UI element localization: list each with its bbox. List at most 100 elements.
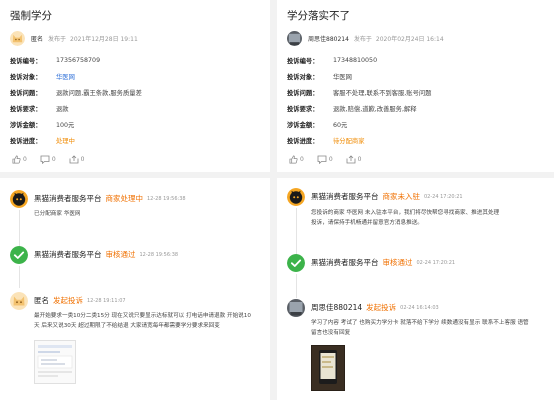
- timeline-status: 商家未入驻: [382, 192, 421, 201]
- detail-key: 投诉编号：: [10, 57, 42, 65]
- check-circle-icon: [10, 246, 28, 264]
- timeline-connector: [18, 210, 20, 248]
- like-button[interactable]: 0: [12, 155, 27, 164]
- author-name[interactable]: 匿名: [31, 34, 43, 43]
- detail-row-demand: 投诉要求： 退款,赔偿,道歉,改善服务,解释: [287, 100, 431, 116]
- detail-value: 100元: [56, 121, 75, 129]
- target-link[interactable]: 华医网: [56, 72, 75, 81]
- progress-status: 待分配商家: [333, 137, 365, 145]
- share-button[interactable]: 0: [69, 155, 85, 164]
- timeline-status: 审核通过: [382, 258, 413, 267]
- attachment-thumbnail[interactable]: [34, 340, 76, 384]
- timeline-time: 12-28 19:11:07: [87, 297, 126, 304]
- complaint-title: 学分落实不了: [287, 10, 350, 22]
- timeline-author: 黑猫消费者服务平台: [311, 192, 379, 201]
- timeline-time: 02-24 16:14:03: [400, 304, 439, 311]
- like-button[interactable]: 0: [289, 155, 304, 164]
- detail-key: 涉诉金额：: [10, 121, 42, 129]
- timeline-body: 您投诉的商家 华医网 未入驻本平台，我们将尽快帮您寻找商家、推进其处理 投诉，请…: [311, 208, 551, 228]
- timeline-body: 学习了内容 考试了 也购买力学分卡 就落不给下学分 续数通没有显示 联系不上客服…: [311, 318, 551, 338]
- comment-icon: [40, 155, 50, 164]
- detail-row-target: 投诉对象： 华医网: [10, 68, 142, 84]
- user-photo-avatar: [287, 30, 302, 46]
- detail-row-demand: 投诉要求： 退款: [10, 100, 142, 116]
- comment-button[interactable]: 0: [40, 155, 56, 164]
- timeline-connector: [295, 274, 297, 298]
- detail-key: 投诉对象：: [287, 73, 319, 81]
- detail-key: 投诉问题：: [287, 89, 319, 97]
- complaint-details: 投诉编号： 17356758709 投诉对象： 华医网 投诉问题： 退款问题,霸王条款…: [10, 52, 142, 148]
- action-bar: 0 0 0: [12, 155, 97, 164]
- timeline-status: 发起投诉: [366, 303, 397, 312]
- attachment-thumbnail[interactable]: [311, 345, 345, 391]
- timeline-connector: [295, 208, 297, 256]
- posted-date: 2021年12月28日 19:11: [70, 35, 138, 43]
- column-gutter: [270, 0, 277, 400]
- detail-value: 17356758709: [56, 56, 101, 64]
- timeline-header: 周思佳880214 发起投诉 02-24 16:14:03: [311, 302, 439, 313]
- detail-value: 退款,赔偿,道歉,改善服务,解释: [333, 105, 417, 113]
- body-line: 学习了内容 考试了 也购买力学分卡 就落不给下学分 续数通没有显示 联系不上客服…: [311, 320, 529, 326]
- timeline-item: 周思佳880214 发起投诉 02-24 16:14:03 学习了内容 考试了 …: [287, 299, 552, 395]
- detail-key: 投诉要求：: [10, 105, 42, 113]
- timeline-author: 黑猫消费者服务平台: [311, 258, 379, 267]
- detail-key: 投诉对象：: [10, 73, 42, 81]
- timeline-header: 黑猫消费者服务平台 商家处理中 12-28 19:56:38: [34, 193, 186, 204]
- detail-row-amount: 涉诉金额： 60元: [287, 116, 431, 132]
- detail-row-issue: 投诉问题： 客服不处理,联系不到客服,账号问题: [287, 84, 431, 100]
- timeline-status: 审核通过: [105, 250, 136, 259]
- timeline-item: 黑猫消费者服务平台 商家处理中 12-28 19:56:38 已分配商家 华医网: [10, 190, 265, 250]
- detail-row-id: 投诉编号： 17356758709: [10, 52, 142, 68]
- share-button[interactable]: 0: [346, 155, 361, 164]
- like-count: 0: [300, 156, 304, 163]
- progress-status: 处理中: [56, 137, 75, 145]
- detail-value: 17348810050: [333, 56, 378, 64]
- timeline-body: 最开始要求一类10分二类15分 现在又说只要显示达标就可以 打电话申请退款 开始…: [34, 311, 274, 331]
- timeline-author: 黑猫消费者服务平台: [34, 250, 102, 259]
- timeline-header: 黑猫消费者服务平台 审核通过 02-24 17:20:21: [311, 257, 455, 268]
- detail-value: 客服不处理,联系不到客服,账号问题: [333, 89, 432, 97]
- detail-key: 投诉进度：: [10, 137, 42, 145]
- share-icon: [346, 155, 356, 164]
- timeline-item: 黑猫消费者服务平台 审核通过 12-28 19:56:38: [10, 246, 265, 288]
- cat-avatar-icon: [10, 292, 28, 310]
- detail-key: 投诉要求：: [287, 105, 319, 113]
- body-line: 天 后来又说30天 超过期限了不给结退 大家请宽每年都需要学分要求来回变: [34, 323, 220, 329]
- comment-count: 0: [51, 156, 56, 163]
- timeline-header: 黑猫消费者服务平台 商家未入驻 02-24 17:20:21: [311, 191, 463, 202]
- author-line: 周思佳880214 发布于 2020年02月24日 16:14: [287, 30, 448, 46]
- cat-avatar-icon: [10, 30, 25, 46]
- author-line: 匿名 发布于 2021年12月28日 19:11: [10, 30, 142, 46]
- detail-value: 60元: [333, 121, 348, 129]
- timeline-status: 发起投诉: [53, 296, 83, 305]
- detail-key: 投诉编号：: [287, 57, 319, 65]
- complaint-title: 强制学分: [10, 10, 52, 22]
- section-divider: [277, 172, 554, 178]
- timeline-header: 匿名 发起投诉 12-28 19:11:07: [34, 295, 126, 306]
- timeline-author: 周思佳880214: [311, 303, 363, 312]
- author-name[interactable]: 周思佳880214: [308, 34, 349, 43]
- posted-label: 发布于: [353, 35, 372, 43]
- timeline-item: 黑猫消费者服务平台 审核通过 02-24 17:20:21: [287, 254, 552, 298]
- timeline-body: 已分配商家 华医网: [34, 211, 81, 217]
- timeline-header: 黑猫消费者服务平台 审核通过 12-28 19:56:38: [34, 249, 178, 260]
- detail-value: 华医网: [333, 73, 352, 81]
- detail-row-amount: 涉诉金额： 100元: [10, 116, 142, 132]
- thumbs-up-icon: [289, 155, 298, 164]
- timeline-author: 黑猫消费者服务平台: [34, 194, 102, 203]
- timeline-item: 匿名 发起投诉 12-28 19:11:07 最开始要求一类10分二类15分 现…: [10, 292, 265, 392]
- detail-row-progress: 投诉进度： 待分配商家: [287, 132, 431, 148]
- thumbs-up-icon: [12, 155, 21, 164]
- body-line: 投诉，请保持手机畅通并留意官方消息推送。: [311, 220, 423, 226]
- action-bar: 0 0 0: [289, 155, 374, 164]
- timeline-status: 商家处理中: [105, 194, 144, 203]
- body-line: 最开始要求一类10分二类15分 现在又说只要显示达标就可以 打电话申请退款 开始…: [34, 313, 251, 319]
- comment-button[interactable]: 0: [317, 155, 333, 164]
- share-icon: [69, 155, 79, 164]
- black-cat-logo-icon: [10, 190, 28, 208]
- detail-key: 涉诉金额：: [287, 121, 319, 129]
- timeline-author: 匿名: [34, 296, 49, 305]
- share-count: 0: [80, 156, 85, 163]
- complaint-card-left: 强制学分 匿名 发布于 2021年12月28日 19:11 投诉编号： 17356…: [0, 0, 270, 400]
- timeline-time: 02-24 17:20:21: [416, 259, 456, 266]
